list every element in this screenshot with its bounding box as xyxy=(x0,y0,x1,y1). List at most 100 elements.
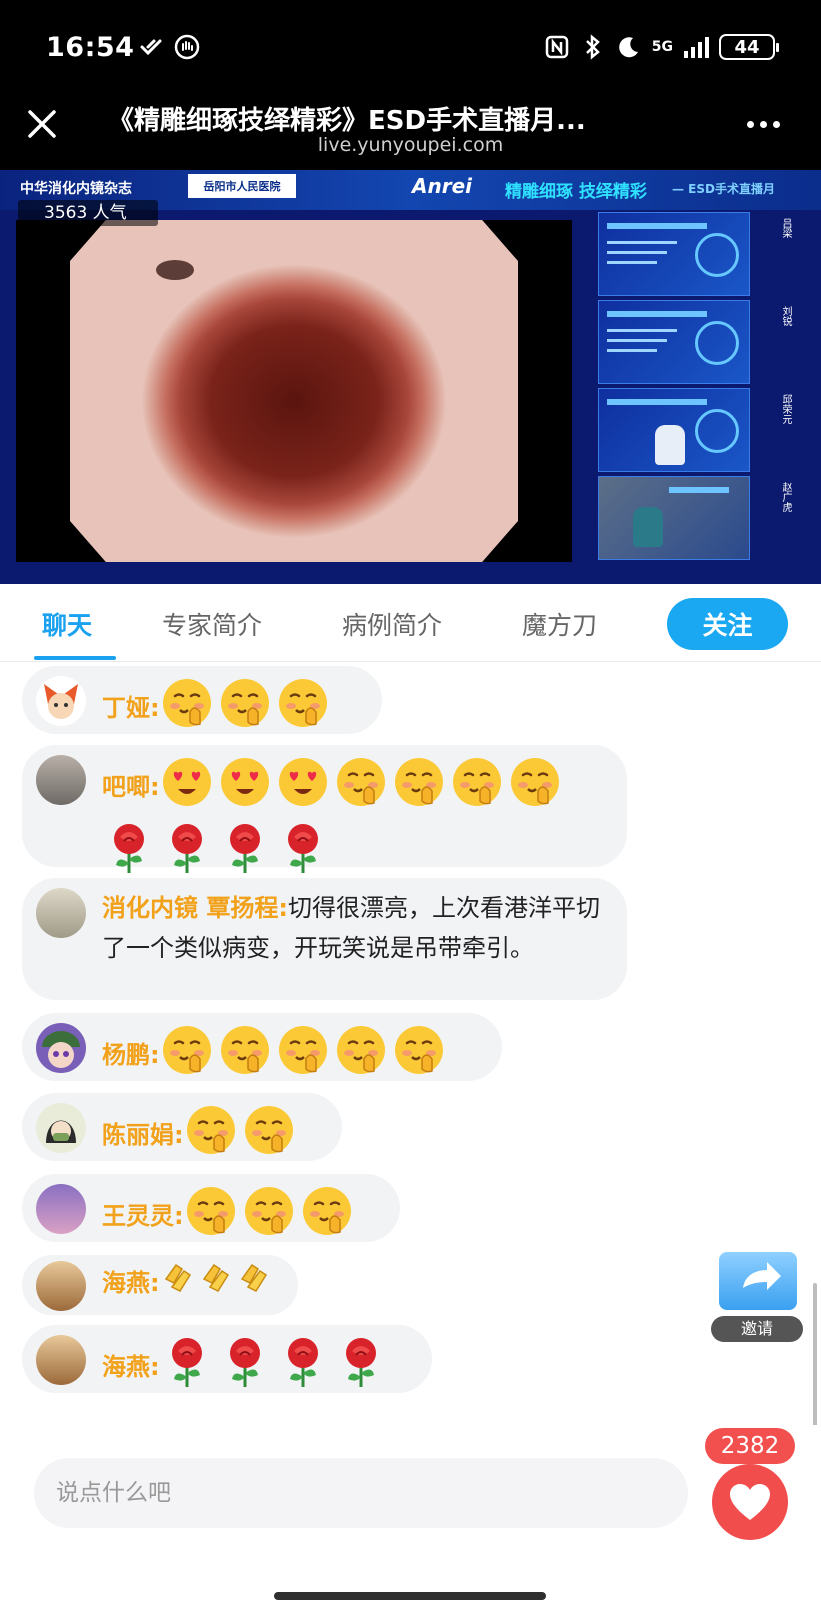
moon-icon xyxy=(616,34,642,60)
rose-emoji-icon xyxy=(276,1335,330,1401)
chat-message: 海燕: xyxy=(22,1255,298,1315)
brand-logo: Anrei xyxy=(412,174,472,198)
avatar xyxy=(36,1184,86,1234)
message-body: 丁娅: xyxy=(102,676,360,742)
speaker-name: 吕梁 xyxy=(780,218,791,238)
title-bar: 《精雕细琢技绎精彩》ESD手术直播月... live.yunyoupei.com xyxy=(0,100,821,170)
rose-emoji-icon xyxy=(160,1335,214,1401)
notification-hand-icon xyxy=(174,34,200,60)
video-slogan: 精雕细琢 技绎精彩 xyxy=(505,182,647,202)
username: 丁娅: xyxy=(102,694,160,722)
message-body: 陈丽娟: xyxy=(102,1103,320,1169)
message-body: 消化内镜 覃扬程:切得很漂亮，上次看港洋平切了一个类似病变，开玩笑说是吊带牵引。 xyxy=(102,888,605,968)
username: 陈丽娟: xyxy=(102,1121,184,1149)
network-type: 5G xyxy=(651,39,673,55)
clap-emoji-icon xyxy=(160,1261,194,1307)
battery-level: 44 xyxy=(734,36,760,58)
shy-face-emoji-icon xyxy=(300,1184,354,1250)
avatar xyxy=(36,755,86,805)
username: 海燕: xyxy=(102,1353,160,1381)
invite-label: 邀请 xyxy=(711,1316,803,1342)
shy-face-emoji-icon xyxy=(392,755,446,821)
shy-face-emoji-icon xyxy=(334,1023,388,1089)
message-body: 杨鹏: xyxy=(102,1023,480,1089)
message-body: 吧唧: xyxy=(102,755,605,887)
shy-face-emoji-icon xyxy=(218,1023,272,1089)
endoscope-view xyxy=(16,220,572,562)
chat-input[interactable]: 说点什么吧 xyxy=(34,1458,688,1528)
more-options-button[interactable] xyxy=(743,104,783,144)
heart-eyes-emoji-icon xyxy=(276,755,330,821)
endoscopy-image xyxy=(70,220,518,562)
tab-expert-intro[interactable]: 专家简介 xyxy=(162,606,262,642)
invite-button[interactable]: 邀请 xyxy=(711,1252,803,1342)
shy-face-emoji-icon xyxy=(184,1103,238,1169)
clock: 16:54 xyxy=(46,32,135,63)
page-title: 《精雕细琢技绎精彩》ESD手术直播月... xyxy=(108,106,586,136)
shy-face-emoji-icon xyxy=(450,755,504,821)
chat-message: 陈丽娟: xyxy=(22,1093,342,1161)
follow-button[interactable]: 关注 xyxy=(667,598,788,650)
shy-face-emoji-icon xyxy=(276,1023,330,1089)
shy-face-emoji-icon xyxy=(184,1184,238,1250)
speaker-name: 赵广虎 xyxy=(780,482,791,512)
speaker-thumb xyxy=(598,476,750,560)
tab-rubik-knife[interactable]: 魔方刀 xyxy=(522,606,597,642)
rose-emoji-icon xyxy=(218,1335,272,1401)
speaker-thumbnails xyxy=(598,212,750,570)
speaker-name: 邱荣元 xyxy=(780,394,791,424)
speaker-thumb xyxy=(598,212,750,296)
message-body: 海燕: xyxy=(102,1335,410,1401)
battery-icon: 44 xyxy=(719,34,779,60)
username: 吧唧: xyxy=(102,773,160,801)
rose-emoji-icon xyxy=(334,1335,388,1401)
shy-face-emoji-icon xyxy=(392,1023,446,1089)
viewer-count: 3563 人气 xyxy=(18,200,158,226)
speaker-name: 刘锐 xyxy=(780,306,791,326)
username: 海燕: xyxy=(102,1269,160,1297)
page-url: live.yunyoupei.com xyxy=(317,134,504,156)
nfc-icon xyxy=(544,34,570,60)
live-video-player[interactable]: 中华消化内镜杂志 岳阳市人民医院 Anrei 精雕细琢 技绎精彩 — ESD手术… xyxy=(0,170,821,584)
shy-face-emoji-icon xyxy=(334,755,388,821)
status-bar: 16:54 5G 44 xyxy=(0,0,821,100)
tab-chat[interactable]: 聊天 xyxy=(42,606,92,642)
video-subtitle: — ESD手术直播月 xyxy=(672,182,775,196)
shy-face-emoji-icon xyxy=(160,676,214,742)
chat-message: 王灵灵: xyxy=(22,1174,400,1242)
home-indicator xyxy=(274,1592,546,1600)
avatar xyxy=(36,676,86,726)
avatar xyxy=(36,1103,86,1153)
username: 杨鹏: xyxy=(102,1041,160,1069)
chat-message: 杨鹏: xyxy=(22,1013,502,1081)
bluetooth-icon xyxy=(580,34,606,60)
shy-face-emoji-icon xyxy=(242,1184,296,1250)
like-button[interactable] xyxy=(712,1464,788,1540)
heart-icon xyxy=(730,1484,770,1520)
message-body: 海燕: xyxy=(102,1261,276,1307)
shy-face-emoji-icon xyxy=(276,676,330,742)
chat-message: 海燕: xyxy=(22,1325,432,1393)
input-bar: 说点什么吧 2382 xyxy=(0,1426,821,1546)
username: 王灵灵: xyxy=(102,1202,184,1230)
message-body: 王灵灵: xyxy=(102,1184,378,1250)
tab-case-intro[interactable]: 病例简介 xyxy=(342,606,442,642)
chat-message: 丁娅: xyxy=(22,666,382,734)
avatar xyxy=(36,1261,86,1311)
like-count-badge: 2382 xyxy=(705,1428,795,1464)
username: 消化内镜 覃扬程: xyxy=(102,894,288,922)
chat-list[interactable]: 丁娅: 吧唧: 消化内镜 覃扬程:切得很漂亮，上次看港洋平切了一个类似病变，开玩… xyxy=(0,663,821,1425)
signal-icon xyxy=(683,34,709,60)
shy-face-emoji-icon xyxy=(160,1023,214,1089)
avatar xyxy=(36,888,86,938)
heart-eyes-emoji-icon xyxy=(160,755,214,821)
clap-emoji-icon xyxy=(236,1261,270,1307)
avatar xyxy=(36,1335,86,1385)
chat-message: 吧唧: xyxy=(22,745,627,873)
shy-face-emoji-icon xyxy=(242,1103,296,1169)
chat-message: 消化内镜 覃扬程:切得很漂亮，上次看港洋平切了一个类似病变，开玩笑说是吊带牵引。 xyxy=(22,878,627,1000)
shy-face-emoji-icon xyxy=(508,755,562,821)
chat-scrollbar[interactable] xyxy=(813,1283,817,1425)
journal-logo: 中华消化内镜杂志 xyxy=(20,181,132,197)
heart-eyes-emoji-icon xyxy=(218,755,272,821)
